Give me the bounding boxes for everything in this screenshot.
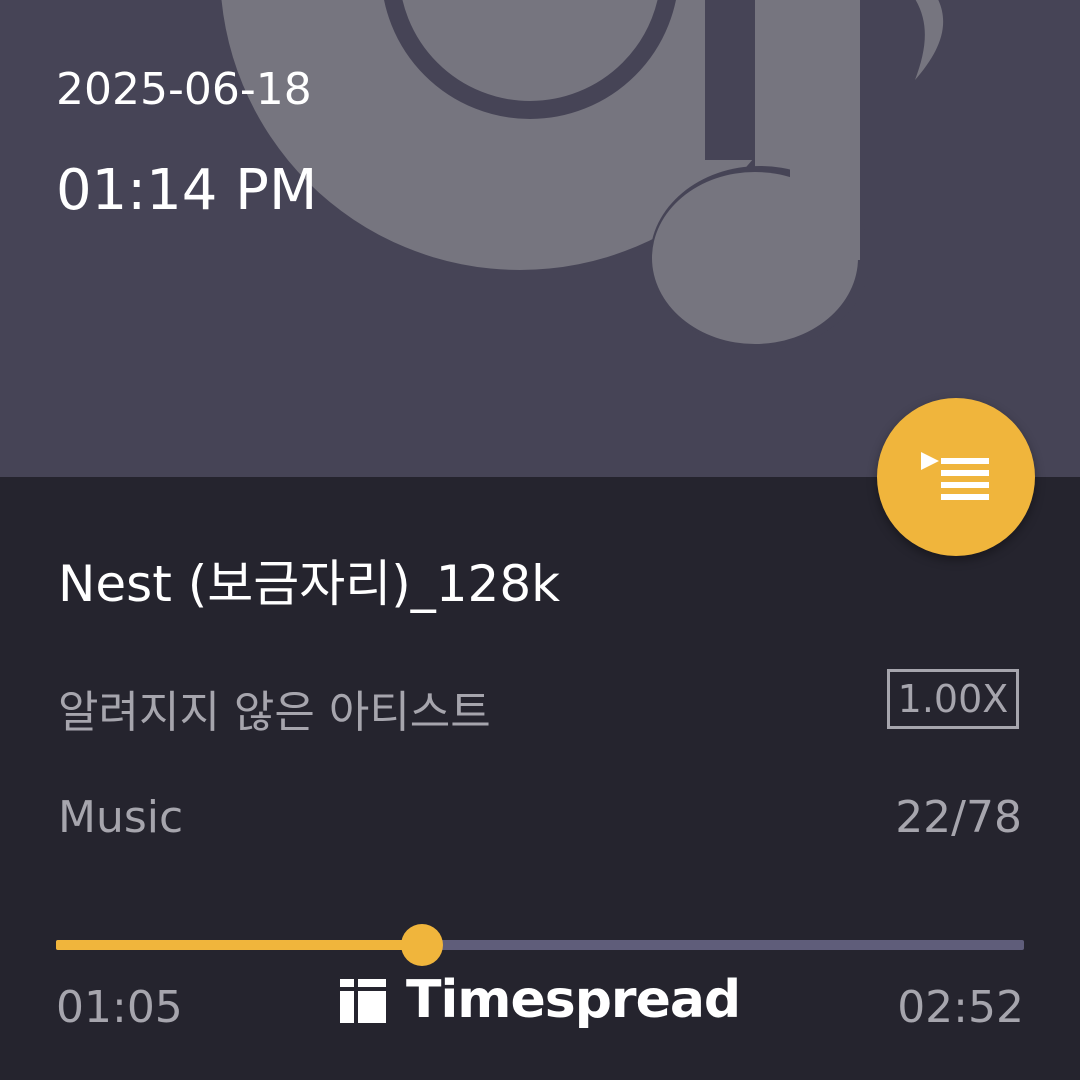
track-artist: 알려지지 않은 아티스트: [58, 687, 491, 738]
queue-button[interactable]: [877, 398, 1035, 556]
timespread-logo-icon: [340, 977, 386, 1023]
watermark-text: Timespread: [406, 970, 741, 1030]
track-position: 22/78: [895, 792, 1022, 843]
queue-music-icon: [921, 452, 989, 500]
seek-bar[interactable]: [56, 924, 1024, 966]
current-time: 01:14 PM: [56, 158, 318, 223]
elapsed-time: 01:05: [56, 982, 183, 1033]
watermark: Timespread: [340, 968, 741, 1032]
seek-bar-thumb[interactable]: [400, 924, 443, 966]
seek-bar-progress: [56, 940, 422, 950]
album-art: 2025-06-18 01:14 PM: [0, 0, 1080, 477]
playback-speed-button[interactable]: 1.00X: [887, 669, 1019, 729]
total-duration: 02:52: [897, 982, 1024, 1033]
track-title: Nest (보금자리)_128k: [58, 555, 561, 613]
track-album: Music: [58, 792, 184, 843]
current-date: 2025-06-18: [56, 64, 312, 115]
